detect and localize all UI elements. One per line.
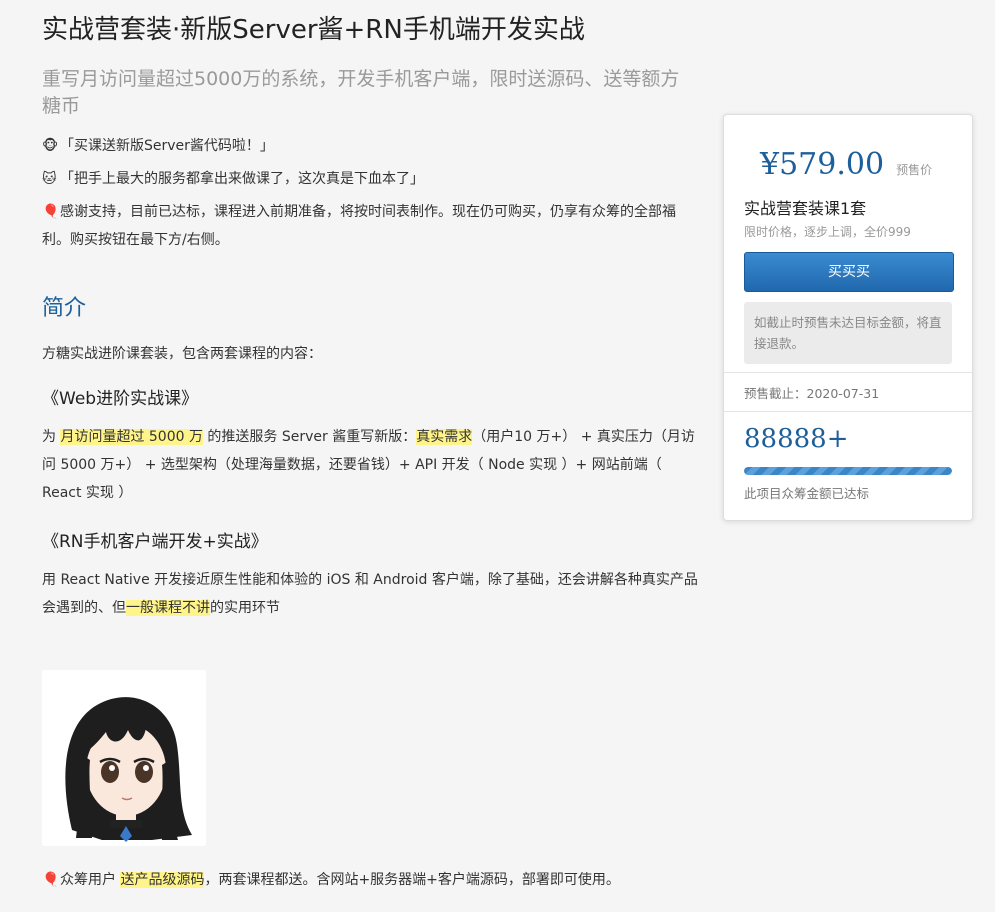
course-desc-rn: 用 React Native 开发接近原生性能和体验的 iOS 和 Androi… [42, 572, 698, 616]
package-title: 实战营套装课1套 [744, 199, 867, 218]
mascot-illustration [65, 697, 192, 842]
funding-progress-bar [744, 467, 952, 475]
price-tag: 预售价 [896, 163, 933, 177]
highlight: 一般课程不讲 [126, 600, 210, 616]
buy-button[interactable]: 买买买 [744, 252, 954, 292]
highlight: 月访问量超过 5000 万 [60, 429, 203, 445]
main-content: 实战营套装·新版Server酱+RN手机端开发实战 重写月访问量超过5000万的… [42, 0, 702, 622]
divider [724, 372, 972, 373]
cat-icon: 🐱 [42, 171, 57, 187]
page-title: 实战营套装·新版Server酱+RN手机端开发实战 [42, 15, 585, 45]
course-title-web: 《Web进阶实战课》 [42, 389, 199, 409]
course-desc-web: 为 月访问量超过 5000 万 的推送服务 Server 酱重写新版：真实需求（… [42, 429, 695, 501]
monkey-icon: 🐵 [42, 138, 59, 154]
section-heading-intro: 简介 [42, 296, 87, 321]
price-row: ¥579.00 预售价 [760, 147, 932, 182]
purchase-card: ¥579.00 预售价 实战营套装课1套 限时价格，逐步上调，全价999 买买买… [723, 114, 973, 521]
mascot-avatar [42, 670, 206, 846]
package-note: 限时价格，逐步上调，全价999 [744, 225, 911, 239]
note-item: 🐵 「买课送新版Server酱代码啦！」 [42, 132, 702, 160]
course-title-rn: 《RN手机客户端开发+实战》 [42, 532, 268, 552]
backer-count: 88888+ [744, 424, 849, 454]
funding-progress-fill [744, 467, 952, 475]
funding-reached-label: 此项目众筹金额已达标 [744, 486, 870, 501]
balloon-icon: 🎈 [42, 204, 60, 220]
notes: 🐵 「买课送新版Server酱代码啦！」 🐱 「把手上最大的服务都拿出来做课了，这次… [42, 132, 702, 254]
note-item: 🎈感谢支持，目前已达标，课程进入前期准备，将按时间表制作。现在仍可购买，仍享有众… [42, 198, 702, 254]
intro-text: 方糖实战进阶课套装，包含两套课程的内容： [42, 346, 322, 362]
divider [724, 411, 972, 412]
note-item: 🐱 「把手上最大的服务都拿出来做课了，这次真是下血本了」 [42, 165, 702, 193]
highlight: 真实需求 [416, 429, 473, 445]
refund-note: 如截止时预售未达目标金额，将直接退款。 [744, 302, 952, 364]
price: ¥579.00 [760, 147, 885, 182]
deadline: 预售截止：2020-07-31 [744, 386, 880, 401]
balloon-icon: 🎈 [42, 872, 60, 888]
footer-note: 🎈众筹用户 送产品级源码，两套课程都送。含网站+服务器端+客户端源码，部署即可使… [42, 866, 702, 894]
highlight: 送产品级源码 [120, 872, 205, 888]
page-subtitle: 重写月访问量超过5000万的系统，开发手机客户端，限时送源码、送等额方糖币 [42, 68, 680, 117]
